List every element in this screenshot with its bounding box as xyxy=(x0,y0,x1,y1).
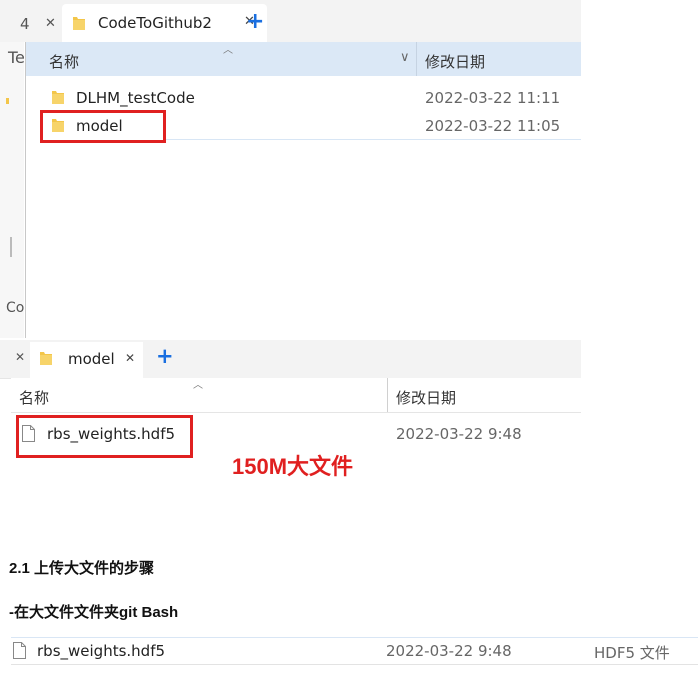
tab-title: model xyxy=(68,350,115,368)
size-annotation: 150M大文件 xyxy=(232,454,354,479)
column-header-name[interactable]: 名称 xyxy=(19,387,49,408)
column-separator[interactable] xyxy=(387,378,388,412)
chevron-down-icon[interactable]: ∨ xyxy=(400,50,410,65)
column-header-name[interactable]: 名称 xyxy=(49,51,79,72)
new-tab-icon[interactable]: + xyxy=(246,9,264,34)
new-tab-icon[interactable]: + xyxy=(156,344,174,368)
close-icon[interactable]: ✕ xyxy=(15,350,25,364)
tab-title: CodeToGithub2 xyxy=(98,14,212,32)
column-header-date[interactable]: 修改日期 xyxy=(396,387,456,408)
close-icon[interactable]: ✕ xyxy=(125,351,135,365)
nav-item-partial[interactable]: Te xyxy=(8,48,25,67)
file-date: 2022-03-22 11:05 xyxy=(425,117,561,135)
file-date: 2022-03-22 9:48 xyxy=(396,425,522,443)
tab-previous[interactable]: 4 ✕ xyxy=(0,8,58,36)
file-type: HDF5 文件 xyxy=(594,644,670,662)
section-heading: 2.1 上传大文件的步骤 xyxy=(9,560,155,577)
folder-icon xyxy=(40,350,52,370)
navigation-pane: Te Co xyxy=(0,42,25,338)
sort-up-icon: ︿ xyxy=(193,380,203,391)
tab-model[interactable]: model ✕ xyxy=(30,342,143,378)
scrollbar-thumb[interactable] xyxy=(10,237,12,257)
list-item[interactable]: rbs_weights.hdf5 2022-03-22 9:48 HDF5 文件 xyxy=(11,638,698,664)
column-separator[interactable] xyxy=(416,42,417,76)
close-icon[interactable]: ✕ xyxy=(45,16,56,31)
file-date: 2022-03-22 11:11 xyxy=(425,89,561,107)
folder-icon xyxy=(72,15,86,35)
tab-codetogithub2[interactable]: CodeToGithub2 ✕ xyxy=(62,4,267,42)
file-name: DLHM_testCode xyxy=(76,89,195,107)
row-separator xyxy=(11,664,698,665)
list-item[interactable]: DLHM_testCode 2022-03-22 11:11 xyxy=(26,86,581,110)
nav-item-partial[interactable]: Co xyxy=(6,300,24,316)
sort-up-icon: ︿ xyxy=(223,45,233,56)
folder-icon xyxy=(52,89,64,109)
folder-icon xyxy=(6,98,9,104)
column-header-row xyxy=(11,378,581,413)
highlight-box xyxy=(16,415,193,458)
file-date: 2022-03-22 9:48 xyxy=(386,642,512,660)
row-separator xyxy=(165,139,581,140)
highlight-box xyxy=(40,110,166,143)
column-header-row xyxy=(26,42,581,76)
file-icon xyxy=(13,642,26,663)
file-name: rbs_weights.hdf5 xyxy=(37,642,166,660)
tab-previous-label: 4 xyxy=(20,15,30,33)
step-text: -在大文件文件夹git Bash xyxy=(9,604,179,621)
column-header-date[interactable]: 修改日期 xyxy=(425,51,485,72)
